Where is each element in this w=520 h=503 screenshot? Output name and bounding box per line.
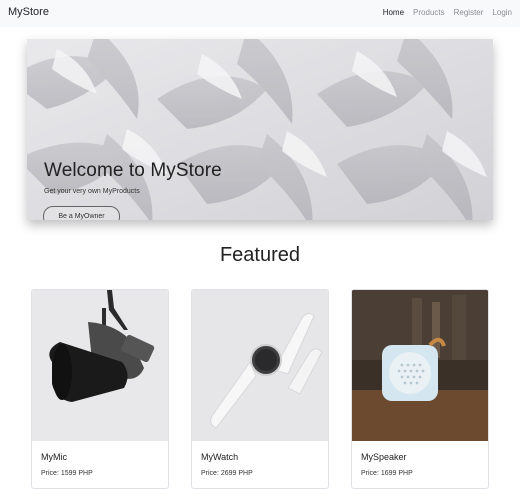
product-price: Price: 2699 PHP	[201, 470, 253, 477]
product-card-mymic[interactable]: MyMic Price: 1599 PHP	[31, 289, 169, 489]
navbar: MyStore Home Products Register Login	[0, 0, 520, 27]
product-card-myspeaker[interactable]: MySpeaker Price: 1699 PHP	[351, 289, 489, 489]
smartwatch-icon[interactable]	[192, 290, 328, 441]
hero-subtitle: Get your very own MyProducts	[44, 188, 140, 195]
microphone-icon[interactable]	[32, 290, 168, 441]
speaker-icon[interactable]	[352, 290, 488, 441]
hero-title: Welcome to MyStore	[44, 160, 222, 181]
featured-heading: Featured	[219, 244, 301, 266]
be-a-myowner-button[interactable]: Be a MyOwner	[43, 206, 120, 220]
product-price: Price: 1599 PHP	[41, 470, 93, 477]
hero-banner: Welcome to MyStore Get your very own MyP…	[27, 39, 493, 220]
product-card-mywatch[interactable]: MyWatch Price: 2699 PHP	[191, 289, 329, 489]
nav-link-register[interactable]: Register	[454, 8, 484, 17]
product-name: MyWatch	[201, 452, 239, 462]
nav-link-products[interactable]: Products	[413, 8, 445, 17]
product-price: Price: 1699 PHP	[361, 470, 413, 477]
product-name: MyMic	[41, 452, 67, 462]
brand-logo[interactable]: MyStore	[8, 6, 49, 18]
nav-link-home[interactable]: Home	[383, 8, 404, 17]
nav-link-login[interactable]: Login	[492, 8, 512, 17]
product-name: MySpeaker	[361, 452, 407, 462]
nav-links: Home Products Register Login	[383, 8, 512, 17]
